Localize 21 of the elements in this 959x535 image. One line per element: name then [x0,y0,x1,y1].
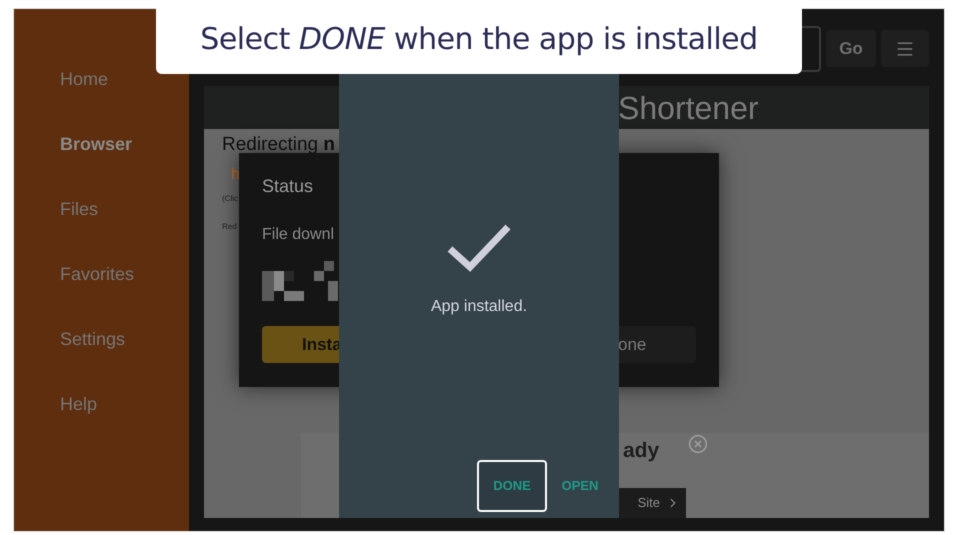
dialog-title: Status [262,175,314,198]
sidebar-item[interactable]: Files [60,195,189,223]
ad-heading: ady [623,438,660,464]
sidebar-item[interactable]: Home [60,65,189,93]
page-heading: Redirecting n [222,133,336,157]
go-button[interactable]: Go [826,30,876,67]
sidebar-item[interactable]: Help [60,390,189,418]
sidebar-item[interactable]: Browser [60,130,189,158]
dialog-button[interactable]: OPEN [555,460,605,512]
site-button[interactable]: Site [619,488,686,518]
dialog-button[interactable]: DONE [477,460,547,512]
callout-text: Select DONE when the app is installed [200,20,758,58]
close-icon [688,434,708,454]
page-note: (Clic [222,192,239,204]
page-text: Red [222,220,238,232]
dialog-message: File downl [262,225,336,245]
sidebar-item[interactable]: Settings [60,325,189,353]
sidebar-item[interactable]: Favorites [60,260,189,288]
page-title: Shortener [618,92,759,124]
install-message: App installed. [430,297,528,317]
menu-button[interactable] [881,30,929,67]
